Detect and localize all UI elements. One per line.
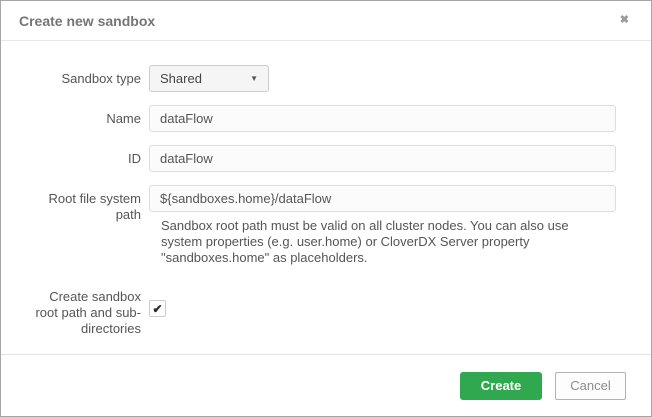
dialog-footer: Create Cancel: [1, 354, 651, 416]
dialog-body: Sandbox type Shared ▼ Name ID Root file …: [1, 41, 651, 337]
dialog-title: Create new sandbox: [19, 12, 156, 29]
id-row: ID: [33, 145, 651, 172]
root-path-label: Root file system path: [48, 191, 141, 222]
cancel-button[interactable]: Cancel: [555, 371, 626, 400]
create-root-label: Create sandbox root path and sub-directo…: [35, 289, 141, 336]
sandbox-type-selected-value: Shared: [160, 71, 202, 86]
create-button[interactable]: Create: [460, 371, 542, 400]
sandbox-type-field: Shared ▼: [149, 65, 269, 92]
create-root-row: Create sandbox root path and sub-directo…: [33, 283, 651, 337]
sandbox-type-select[interactable]: Shared ▼: [149, 65, 269, 92]
checkmark-icon: ✔: [152, 301, 163, 316]
chevron-down-icon: ▼: [250, 73, 258, 83]
create-root-checkbox[interactable]: ✔: [149, 300, 166, 317]
root-path-field: Sandbox root path must be valid on all c…: [149, 185, 616, 266]
root-path-input[interactable]: [149, 185, 616, 212]
id-label: ID: [128, 151, 141, 166]
name-input[interactable]: [149, 105, 616, 132]
name-label: Name: [106, 111, 141, 126]
dialog-header: Create new sandbox ✖: [1, 1, 651, 41]
sandbox-type-row: Sandbox type Shared ▼: [33, 65, 651, 92]
root-path-row: Root file system path Sandbox root path …: [33, 185, 651, 266]
sandbox-type-label: Sandbox type: [61, 71, 141, 86]
id-input[interactable]: [149, 145, 616, 172]
create-sandbox-dialog: Create new sandbox ✖ Sandbox type Shared…: [0, 0, 652, 417]
close-icon[interactable]: ✖: [616, 11, 633, 30]
name-row: Name: [33, 105, 651, 132]
name-field: [149, 105, 616, 132]
id-field: [149, 145, 616, 172]
root-path-help-text: Sandbox root path must be valid on all c…: [161, 218, 569, 265]
